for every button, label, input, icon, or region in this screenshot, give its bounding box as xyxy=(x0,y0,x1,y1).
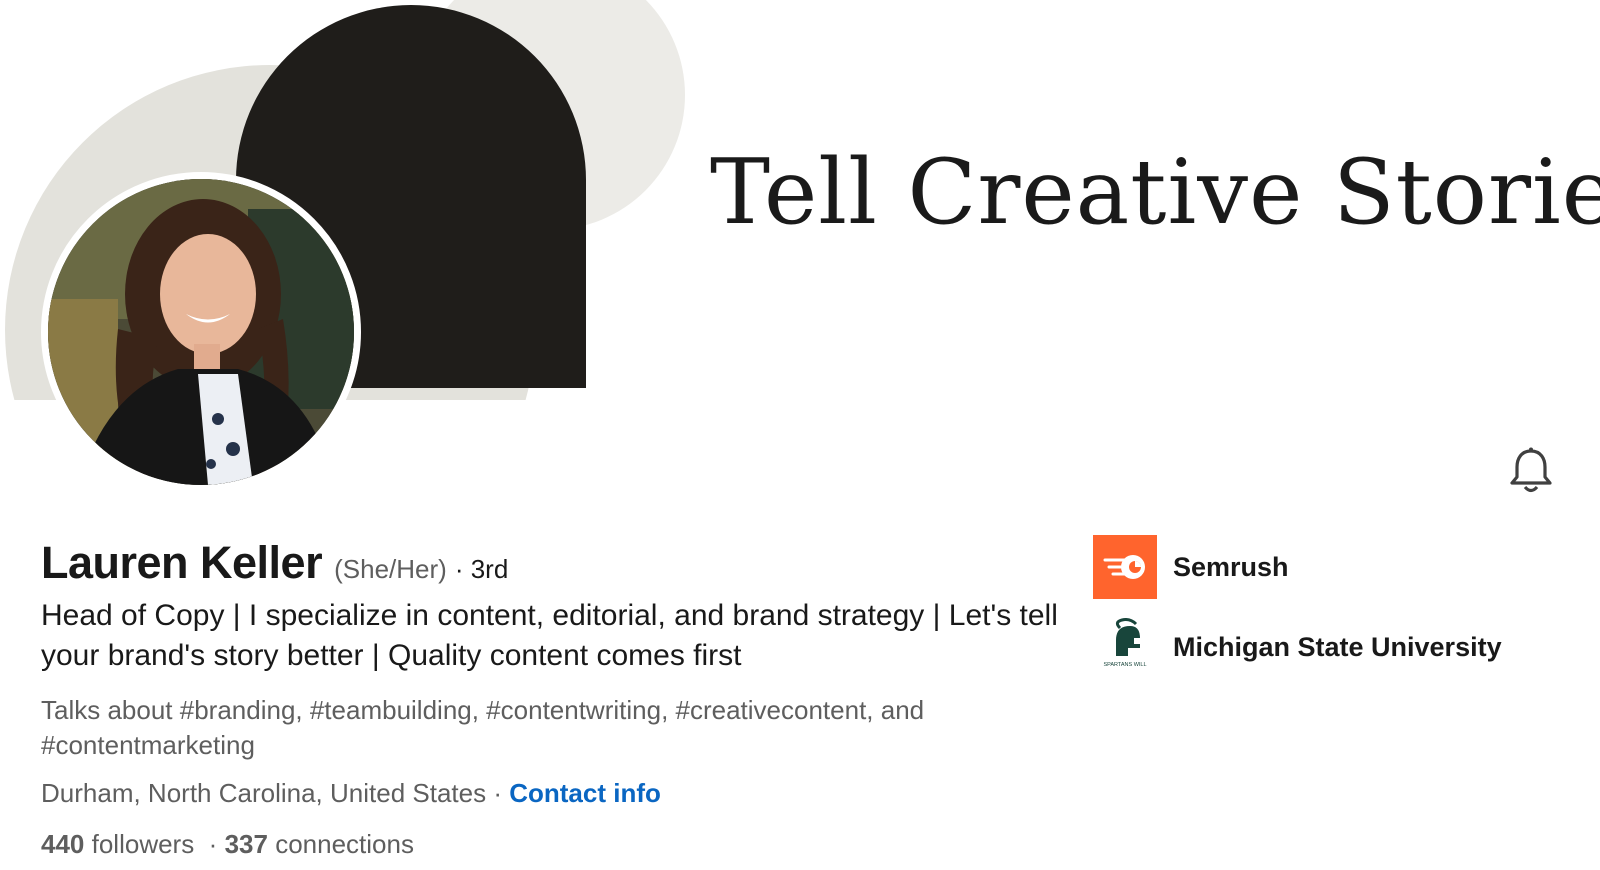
affiliation-label: Michigan State University xyxy=(1173,631,1502,662)
banner-tagline: Tell Creative Stories xyxy=(710,140,1600,245)
profile-headline: Head of Copy | I specialize in content, … xyxy=(41,599,1058,672)
contact-info-link[interactable]: Contact info xyxy=(509,778,661,808)
stats-line: 440 followers · 337 connections xyxy=(41,829,414,860)
connections-count: 337 xyxy=(224,829,268,859)
connections-label[interactable]: connections xyxy=(275,829,414,859)
location-separator: · xyxy=(493,778,502,808)
semrush-logo-icon xyxy=(1093,535,1157,599)
followers-label[interactable]: followers xyxy=(92,829,195,859)
profile-avatar[interactable] xyxy=(41,172,361,492)
stats-separator: · xyxy=(208,829,218,859)
connection-degree: · 3rd xyxy=(454,554,509,584)
location-line: Durham, North Carolina, United States · … xyxy=(41,778,661,809)
name-line: Lauren Keller (She/Her) · 3rd xyxy=(41,537,508,589)
affiliation-semrush[interactable]: Semrush xyxy=(1093,535,1289,599)
talks-about: Talks about #branding, #teambuilding, #c… xyxy=(41,695,925,760)
profile-location: Durham, North Carolina, United States xyxy=(41,778,487,808)
profile-pronouns: (She/Her) xyxy=(334,554,447,584)
spartan-helmet-logo-icon: SPARTANS WILL xyxy=(1093,615,1157,679)
followers-count: 440 xyxy=(41,829,85,859)
bell-icon[interactable] xyxy=(1508,446,1554,494)
profile-name: Lauren Keller xyxy=(41,537,323,588)
affiliation-label: Semrush xyxy=(1173,551,1289,582)
msu-logo-text: SPARTANS WILL xyxy=(1103,662,1146,668)
affiliation-msu[interactable]: SPARTANS WILL Michigan State University xyxy=(1093,615,1502,679)
